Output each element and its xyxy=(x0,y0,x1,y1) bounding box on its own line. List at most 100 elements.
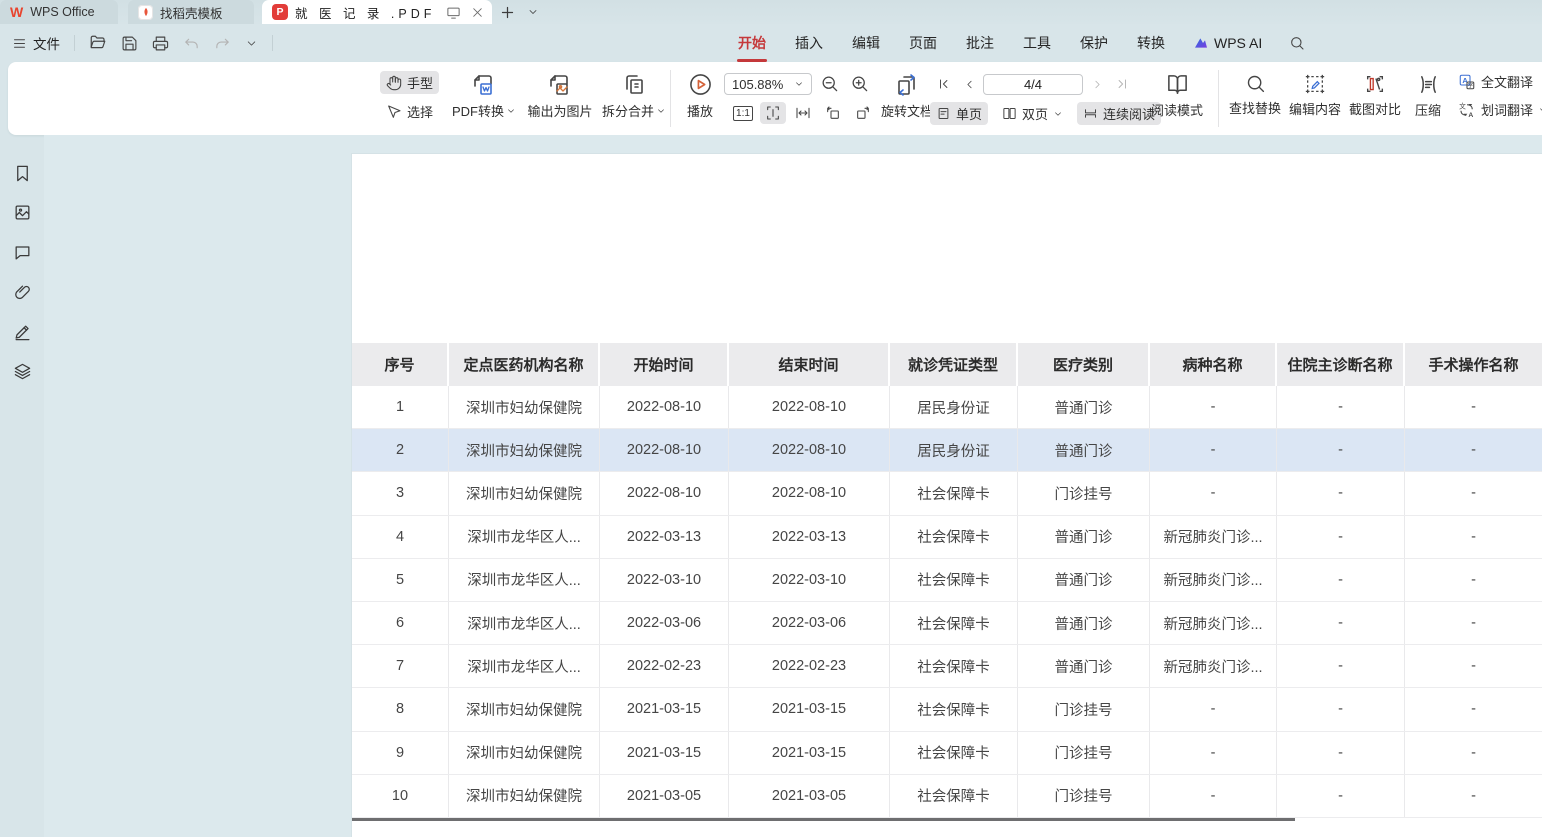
tab-wps-office[interactable]: W WPS Office xyxy=(0,0,118,24)
toolbar-more-chevron-icon[interactable] xyxy=(245,37,258,50)
table-cell: 深圳市妇幼保健院 xyxy=(449,429,600,471)
screenshot-compare-icon xyxy=(1364,73,1386,95)
print-icon[interactable] xyxy=(152,35,169,52)
tab-list-chevron-icon[interactable] xyxy=(527,6,539,18)
table-cell: 2022-03-06 xyxy=(600,602,729,644)
table-row: 9深圳市妇幼保健院2021-03-152021-03-15社会保障卡门诊挂号--… xyxy=(352,732,1542,775)
pdf-convert-button[interactable]: PDF转换 xyxy=(448,73,520,120)
select-tool-button[interactable]: 选择 xyxy=(380,100,439,123)
read-mode-button[interactable]: 阅读模式 xyxy=(1146,73,1208,119)
ribbon-tab-tools[interactable]: 工具 xyxy=(1022,31,1052,55)
ribbon-tab-page[interactable]: 页面 xyxy=(908,31,938,55)
actual-size-button[interactable]: 1:1 xyxy=(730,102,756,124)
column-header: 定点医药机构名称 xyxy=(449,343,600,386)
layers-icon[interactable] xyxy=(12,361,33,382)
hand-tool-button[interactable]: 手型 xyxy=(380,71,439,94)
edit-content-button[interactable]: 编辑内容 xyxy=(1286,73,1344,118)
zoom-out-icon[interactable] xyxy=(820,74,839,93)
play-button[interactable]: 播放 xyxy=(676,72,724,120)
fit-width-button[interactable] xyxy=(790,102,816,124)
rotate-left-button[interactable] xyxy=(820,102,846,124)
redo-icon[interactable] xyxy=(214,35,231,52)
table-header-row: 序号定点医药机构名称开始时间结束时间就诊凭证类型医疗类别病种名称住院主诊断名称手… xyxy=(352,343,1542,386)
table-cell: 2022-03-10 xyxy=(729,559,890,601)
ribbon-tab-protect[interactable]: 保护 xyxy=(1079,31,1109,55)
pdf-convert-label: PDF转换 xyxy=(452,101,504,120)
table-cell: 普通门诊 xyxy=(1018,602,1150,644)
table-cell: 7 xyxy=(352,645,449,687)
table-row: 1深圳市妇幼保健院2022-08-102022-08-10居民身份证普通门诊--… xyxy=(352,386,1542,429)
screenshot-compare-button[interactable]: 截图对比 xyxy=(1346,73,1404,118)
new-tab-plus-icon[interactable] xyxy=(500,5,515,20)
ribbon-tab-comment[interactable]: 批注 xyxy=(965,31,995,55)
monitor-icon[interactable] xyxy=(446,5,461,20)
comment-icon[interactable] xyxy=(12,242,33,263)
divider xyxy=(1218,70,1219,127)
table-cell: 2022-08-10 xyxy=(729,386,890,428)
zoom-level-combo[interactable]: 105.88% xyxy=(724,73,812,95)
table-cell: - xyxy=(1150,732,1277,774)
ribbon-tab-insert[interactable]: 插入 xyxy=(794,31,824,55)
table-cell: 2021-03-05 xyxy=(729,775,890,817)
table-cell: - xyxy=(1405,516,1542,558)
single-page-button[interactable]: 单页 xyxy=(930,102,988,125)
find-replace-button[interactable]: 查找替换 xyxy=(1226,73,1284,117)
attachment-icon[interactable] xyxy=(12,282,33,303)
table-cell: 社会保障卡 xyxy=(890,602,1018,644)
ribbon-tab-edit[interactable]: 编辑 xyxy=(851,31,881,55)
divider xyxy=(670,70,671,127)
table-cell: 2022-08-10 xyxy=(600,386,729,428)
fit-page-button[interactable] xyxy=(760,102,786,124)
double-page-button[interactable]: 双页 xyxy=(996,102,1069,125)
table-cell: 新冠肺炎门诊... xyxy=(1150,602,1277,644)
split-merge-button[interactable]: 拆分合并 xyxy=(600,73,668,120)
table-row: 4深圳市龙华区人...2022-03-132022-03-13社会保障卡普通门诊… xyxy=(352,516,1542,559)
ribbon-tab-home[interactable]: 开始 xyxy=(737,31,767,55)
rotate-document-button[interactable]: 旋转文档 xyxy=(876,73,938,120)
chevron-down-icon xyxy=(1053,109,1063,119)
rotate-right-button[interactable] xyxy=(850,102,876,124)
compress-button[interactable]: 压缩 xyxy=(1406,73,1450,119)
signature-pen-icon[interactable] xyxy=(12,322,33,343)
table-cell: 门诊挂号 xyxy=(1018,775,1150,817)
hand-tool-label: 手型 xyxy=(407,73,433,92)
undo-icon[interactable] xyxy=(183,35,200,52)
export-image-icon xyxy=(548,73,572,97)
table-cell: - xyxy=(1150,688,1277,730)
table-cell: 深圳市龙华区人... xyxy=(449,602,600,644)
table-cell: - xyxy=(1277,386,1405,428)
table-cell: 5 xyxy=(352,559,449,601)
ribbon-tab-convert[interactable]: 转换 xyxy=(1136,31,1166,55)
rotate-document-label: 旋转文档 xyxy=(881,101,933,120)
wps-ai-button[interactable]: WPS AI xyxy=(1193,35,1262,51)
close-tab-icon[interactable] xyxy=(471,6,484,19)
table-cell: 2022-02-23 xyxy=(600,645,729,687)
last-page-icon[interactable] xyxy=(1111,73,1133,95)
column-header: 住院主诊断名称 xyxy=(1277,343,1405,386)
document-viewport[interactable]: 序号定点医药机构名称开始时间结束时间就诊凭证类型医疗类别病种名称住院主诊断名称手… xyxy=(44,135,1542,837)
word-translate-button[interactable]: 文 A 划词翻译 xyxy=(1458,100,1542,119)
table-cell: 门诊挂号 xyxy=(1018,688,1150,730)
tab-document-active[interactable]: P 就 医 记 录 .PDF xyxy=(262,0,492,24)
table-cell: 2022-08-10 xyxy=(729,429,890,471)
fit-width-icon xyxy=(795,105,811,121)
table-cell: 深圳市龙华区人... xyxy=(449,645,600,687)
export-image-button[interactable]: 输出为图片 xyxy=(523,73,597,120)
open-folder-icon[interactable] xyxy=(89,34,107,52)
zoom-in-icon[interactable] xyxy=(850,74,869,93)
full-text-translate-button[interactable]: A 字 全文翻译 xyxy=(1458,72,1542,91)
find-replace-label: 查找替换 xyxy=(1229,98,1281,117)
page-number-input[interactable] xyxy=(983,74,1083,95)
table-cell: 社会保障卡 xyxy=(890,559,1018,601)
first-page-icon[interactable] xyxy=(933,73,955,95)
prev-page-icon[interactable] xyxy=(958,73,980,95)
save-icon[interactable] xyxy=(121,35,138,52)
tab-docer-templates[interactable]: 找稻壳模板 xyxy=(128,0,254,24)
thumbnail-icon[interactable] xyxy=(12,202,33,223)
file-menu-button[interactable]: 文件 xyxy=(12,33,60,53)
pdf-page[interactable]: 序号定点医药机构名称开始时间结束时间就诊凭证类型医疗类别病种名称住院主诊断名称手… xyxy=(352,154,1542,837)
table-cell: - xyxy=(1405,472,1542,514)
ribbon-search-icon[interactable] xyxy=(1289,35,1305,51)
bookmark-icon[interactable] xyxy=(12,163,33,184)
next-page-icon[interactable] xyxy=(1086,73,1108,95)
